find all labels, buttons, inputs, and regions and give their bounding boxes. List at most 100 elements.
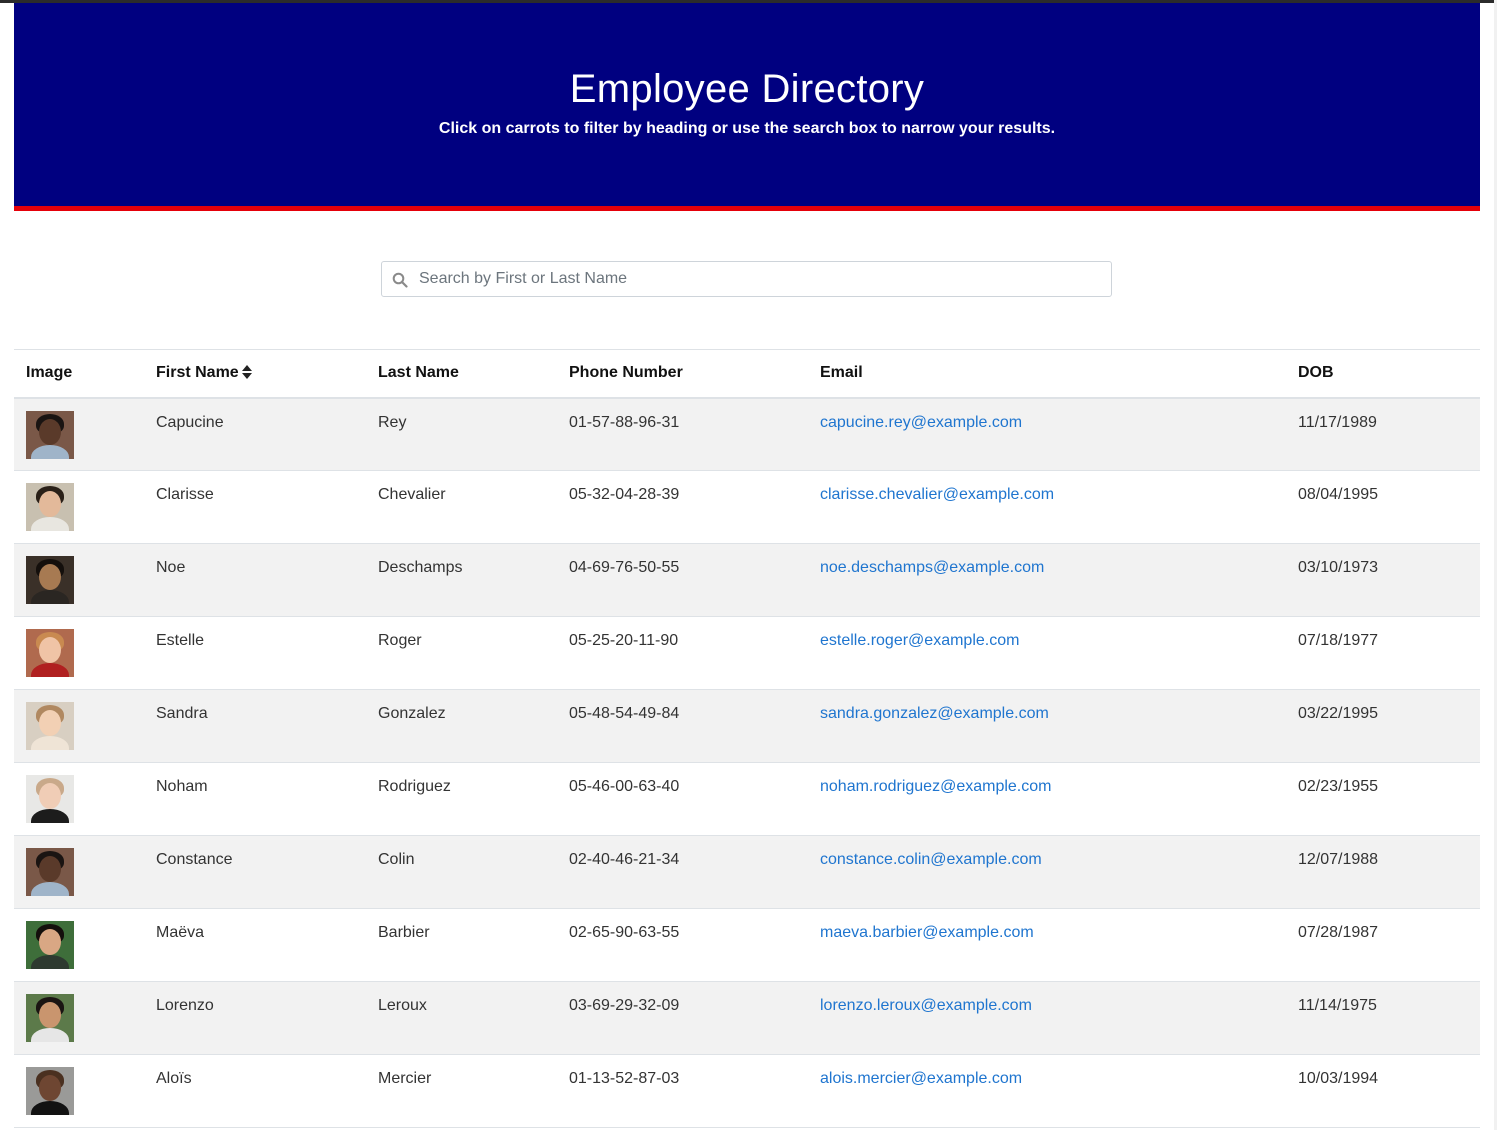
phone-cell: 04-69-76-50-55 [557, 543, 808, 617]
phone-cell: 01-13-52-87-03 [557, 1054, 808, 1128]
first-name-cell: Capucine [144, 397, 366, 471]
dob-cell: 12/07/1988 [1286, 835, 1480, 909]
dob-cell: 08/04/1995 [1286, 470, 1480, 544]
avatar-cell [14, 543, 144, 617]
avatar-cell [14, 762, 144, 836]
avatar-cell [14, 470, 144, 544]
email-link[interactable]: capucine.rey@example.com [820, 414, 1022, 431]
employee-table: Image First Name Last Name Phone Number … [14, 349, 1480, 1128]
avatar [26, 994, 74, 1042]
avatar-cell [14, 1054, 144, 1128]
first-name-cell: Aloïs [144, 1054, 366, 1128]
avatar-cell [14, 835, 144, 909]
email-link[interactable]: constance.colin@example.com [820, 851, 1042, 868]
last-name-cell: Deschamps [366, 543, 557, 617]
column-header-image: Image [14, 349, 144, 399]
table-row: Capucine Rey 01-57-88-96-31 capucine.rey… [14, 397, 1480, 471]
first-name-cell: Clarisse [144, 470, 366, 544]
column-header-phone: Phone Number [557, 349, 808, 399]
avatar [26, 702, 74, 750]
email-cell: noe.deschamps@example.com [808, 543, 1286, 617]
page-header: Employee Directory Click on carrots to f… [14, 3, 1480, 211]
phone-cell: 05-48-54-49-84 [557, 689, 808, 763]
table-header-row: Image First Name Last Name Phone Number … [14, 349, 1480, 399]
email-link[interactable]: estelle.roger@example.com [820, 632, 1019, 649]
dob-cell: 11/17/1989 [1286, 397, 1480, 471]
email-cell: clarisse.chevalier@example.com [808, 470, 1286, 544]
avatar [26, 410, 74, 459]
first-name-cell: Constance [144, 835, 366, 909]
page-subtitle: Click on carrots to filter by heading or… [438, 120, 1056, 137]
last-name-cell: Rey [366, 397, 557, 471]
dob-cell: 10/03/1994 [1286, 1054, 1480, 1128]
first-name-cell: Sandra [144, 689, 366, 763]
dob-cell: 07/28/1987 [1286, 908, 1480, 982]
email-cell: alois.mercier@example.com [808, 1054, 1286, 1128]
column-header-email: Email [808, 349, 1286, 399]
column-header-last-name: Last Name [366, 349, 557, 399]
email-link[interactable]: noe.deschamps@example.com [820, 559, 1044, 576]
email-link[interactable]: sandra.gonzalez@example.com [820, 705, 1049, 722]
avatar [26, 848, 74, 896]
table-row: Aloïs Mercier 01-13-52-87-03 alois.merci… [14, 1054, 1480, 1128]
search-icon [392, 272, 408, 288]
column-header-first-name-label: First Name [156, 364, 239, 382]
column-header-first-name[interactable]: First Name [144, 349, 366, 399]
table-row: Lorenzo Leroux 03-69-29-32-09 lorenzo.le… [14, 981, 1480, 1055]
dob-cell: 11/14/1975 [1286, 981, 1480, 1055]
table-row: Maëva Barbier 02-65-90-63-55 maeva.barbi… [14, 908, 1480, 982]
avatar [26, 1067, 74, 1115]
column-header-dob: DOB [1286, 349, 1480, 399]
dob-cell: 03/22/1995 [1286, 689, 1480, 763]
email-cell: noham.rodriguez@example.com [808, 762, 1286, 836]
phone-cell: 05-46-00-63-40 [557, 762, 808, 836]
avatar-cell [14, 616, 144, 690]
table-row: Constance Colin 02-40-46-21-34 constance… [14, 835, 1480, 909]
last-name-cell: Mercier [366, 1054, 557, 1128]
table-row: Clarisse Chevalier 05-32-04-28-39 claris… [14, 470, 1480, 544]
last-name-cell: Roger [366, 616, 557, 690]
phone-cell: 02-40-46-21-34 [557, 835, 808, 909]
email-cell: sandra.gonzalez@example.com [808, 689, 1286, 763]
avatar [26, 483, 74, 531]
avatar [26, 629, 74, 677]
phone-cell: 01-57-88-96-31 [557, 397, 808, 471]
email-link[interactable]: clarisse.chevalier@example.com [820, 486, 1054, 503]
email-link[interactable]: alois.mercier@example.com [820, 1070, 1022, 1087]
sort-icon[interactable] [241, 365, 252, 380]
table-row: Noe Deschamps 04-69-76-50-55 noe.descham… [14, 543, 1480, 617]
last-name-cell: Gonzalez [366, 689, 557, 763]
last-name-cell: Barbier [366, 908, 557, 982]
avatar-cell [14, 908, 144, 982]
first-name-cell: Noham [144, 762, 366, 836]
phone-cell: 05-25-20-11-90 [557, 616, 808, 690]
dob-cell: 02/23/1955 [1286, 762, 1480, 836]
email-cell: maeva.barbier@example.com [808, 908, 1286, 982]
last-name-cell: Leroux [366, 981, 557, 1055]
avatar-cell [14, 689, 144, 763]
search-input[interactable] [419, 262, 1099, 296]
avatar [26, 775, 74, 823]
phone-cell: 03-69-29-32-09 [557, 981, 808, 1055]
table-row: Sandra Gonzalez 05-48-54-49-84 sandra.go… [14, 689, 1480, 763]
email-link[interactable]: lorenzo.leroux@example.com [820, 997, 1032, 1014]
first-name-cell: Noe [144, 543, 366, 617]
last-name-cell: Colin [366, 835, 557, 909]
table-row: Noham Rodriguez 05-46-00-63-40 noham.rod… [14, 762, 1480, 836]
last-name-cell: Chevalier [366, 470, 557, 544]
avatar-cell [14, 397, 144, 471]
phone-cell: 02-65-90-63-55 [557, 908, 808, 982]
email-cell: capucine.rey@example.com [808, 397, 1286, 471]
email-cell: constance.colin@example.com [808, 835, 1286, 909]
email-link[interactable]: maeva.barbier@example.com [820, 924, 1034, 941]
first-name-cell: Estelle [144, 616, 366, 690]
email-link[interactable]: noham.rodriguez@example.com [820, 778, 1051, 795]
email-cell: lorenzo.leroux@example.com [808, 981, 1286, 1055]
first-name-cell: Lorenzo [144, 981, 366, 1055]
dob-cell: 07/18/1977 [1286, 616, 1480, 690]
phone-cell: 05-32-04-28-39 [557, 470, 808, 544]
avatar-cell [14, 981, 144, 1055]
avatar [26, 556, 74, 604]
search-box[interactable] [381, 261, 1112, 297]
table-row: Estelle Roger 05-25-20-11-90 estelle.rog… [14, 616, 1480, 690]
